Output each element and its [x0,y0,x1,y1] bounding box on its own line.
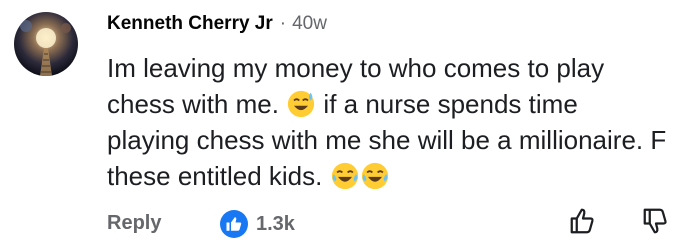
reaction-summary[interactable]: 1.3k [220,210,295,238]
tears-of-joy-emoji-icon [331,162,358,190]
header-separator: · [279,13,287,34]
like-icon [220,210,248,238]
reply-button[interactable]: Reply [107,212,161,235]
thumbs-down-outline-icon [643,208,667,234]
comment-text: Im leaving my money to who comes to play… [107,50,667,194]
reaction-count: 1.3k [256,212,295,235]
author-name[interactable]: Kenneth Cherry Jr [107,12,273,36]
comment-actions: Reply 1.3k [0,208,700,249]
avatar[interactable] [14,12,78,76]
comment-time[interactable]: 40w [292,12,327,36]
tears-of-joy-emoji-icon [361,162,388,190]
comment-header: Kenneth Cherry Jr · 40w [107,12,684,38]
upvote-button[interactable] [568,206,598,236]
sweat-smile-emoji-icon [288,90,315,118]
avatar-image [14,12,78,76]
comment: Kenneth Cherry Jr · 40w Im leaving my mo… [0,0,700,249]
downvote-button[interactable] [641,206,671,236]
comment-body: Kenneth Cherry Jr · 40w Im leaving my mo… [107,12,684,194]
thumbs-up-outline-icon [570,208,594,234]
